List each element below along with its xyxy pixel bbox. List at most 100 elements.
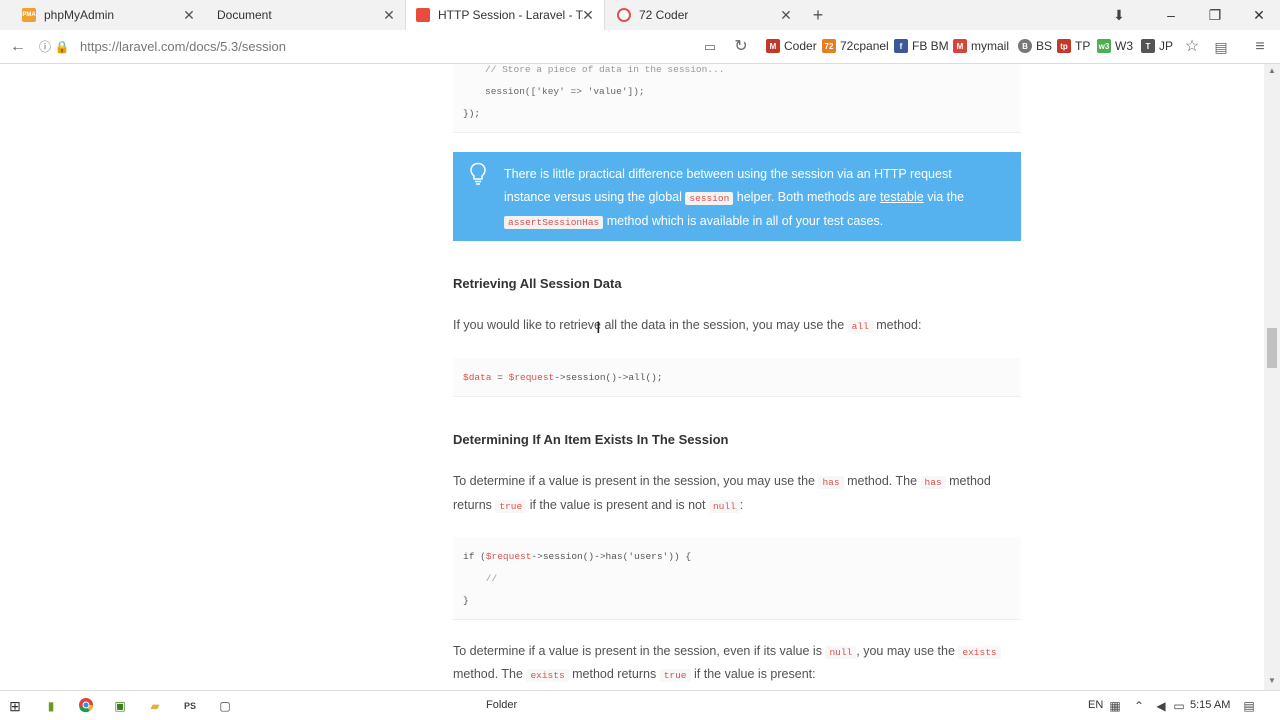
72coder-favicon-icon [617,8,631,22]
tab-http-session[interactable]: HTTP Session - Laravel - T... ✕ [405,0,605,30]
bookmark-mymail[interactable]: M mymail [953,39,1009,53]
close-tab-icon[interactable]: ✕ [381,7,397,23]
bookmark-bs[interactable]: B BS [1018,39,1052,53]
note-line-2: instance versus using the global session… [504,190,964,205]
speaker-icon[interactable]: ◀ [1152,697,1170,715]
para-text: method [949,474,991,488]
page-scrollbar[interactable]: ▲ ▼ [1264,64,1280,690]
para-text: To determine if a value is present in th… [453,644,822,658]
notifications-icon[interactable]: ▤ [1240,697,1258,715]
star-icon[interactable]: ☆ [1182,37,1202,57]
bookmark-favicon-icon: T [1141,39,1155,53]
paragraph-retrieve-all: If you would like to retrieve all the da… [453,318,922,333]
scrollbar-thumb[interactable] [1267,328,1277,368]
bookmark-favicon-icon: M [953,39,967,53]
bookmark-label: FB BM [912,39,949,53]
bookmark-favicon-icon: B [1018,39,1032,53]
bookmark-favicon-icon: tp [1057,39,1071,53]
reload-icon[interactable]: ↻ [731,37,751,57]
back-icon[interactable]: ← [8,37,28,57]
code-line: session(['key' => 'value']); [485,86,645,97]
bookmark-coder[interactable]: M Coder [766,39,817,53]
inline-code: true [495,500,527,513]
page-content: // Store a piece of data in the session.… [0,64,1264,690]
bookmark-fb-bm[interactable]: f FB BM [894,39,949,53]
laravel-favicon-icon [416,8,430,22]
bookmark-label: 72cpanel [840,39,889,53]
code-comment: // [463,573,498,584]
code-token: ->session()->has('users')) { [531,551,692,562]
code-line: if ($request->session()->has('users')) { [463,551,691,562]
code-block-session-all: $data = $request->session()->all(); [453,358,1021,397]
scroll-down-icon[interactable]: ▼ [1264,676,1280,690]
tab-phpmyadmin[interactable]: PMA phpMyAdmin ✕ [0,0,205,30]
battery-icon[interactable]: ▭ [1170,697,1188,715]
text-cursor-icon: I [596,318,601,337]
code-token: = [491,372,509,383]
terminal-icon[interactable]: ▢ [216,697,234,715]
bookmark-tp[interactable]: tp TP [1057,39,1090,53]
network-icon[interactable]: ▦ [1106,697,1124,715]
heading-retrieving-all: Retrieving All Session Data [453,276,622,291]
tab-title: HTTP Session - Laravel - T... [438,8,583,22]
inline-code: has [920,476,946,489]
lock-icon: 🔒 [54,40,70,54]
chevron-up-icon[interactable]: ⌃ [1130,697,1148,715]
minimize-button[interactable]: – [1150,0,1192,30]
close-tab-icon[interactable]: ✕ [778,7,794,23]
tab-document[interactable]: Document ✕ [205,0,405,30]
para-text: , you may use the [856,644,955,658]
chrome-icon[interactable] [77,697,95,715]
inline-code: null [708,500,740,513]
inline-code: exists [958,646,1001,659]
code-block-session-has: if ($request->session()->has('users')) {… [453,537,1021,620]
menu-icon[interactable]: ≡ [1250,37,1270,57]
bookmark-label: Coder [784,39,817,53]
bookmark-w3[interactable]: w3 W3 [1097,39,1133,53]
editor-icon[interactable]: ▣ [111,697,129,715]
inline-code: exists [526,669,569,682]
bookmark-72cpanel[interactable]: 72 72cpanel [822,39,889,53]
para-text: To determine if a value is present in th… [453,474,815,488]
extension-icon[interactable]: ▤ [1211,37,1231,57]
para-text: returns [453,498,492,512]
inline-code: session [685,192,734,205]
bookmark-label: JP [1159,39,1174,53]
phpstorm-icon[interactable]: PS [181,697,199,715]
paragraph-has-2: returns true if the value is present and… [453,498,743,513]
heading-item-exists: Determining If An Item Exists In The Ses… [453,432,729,447]
lightbulb-icon [470,162,486,185]
note-text: instance versus using the global [504,190,682,204]
tab-title: phpMyAdmin [44,8,115,22]
testable-link[interactable]: testable [880,190,924,204]
para-text: method. The [453,667,523,681]
note-text: helper. Both methods are [736,190,877,204]
para-text: method: [876,318,922,332]
close-window-button[interactable]: ✕ [1238,0,1280,30]
restore-button[interactable]: ❐ [1194,0,1236,30]
download-icon[interactable]: ⬇ [1098,0,1140,30]
language-indicator[interactable]: EN [1088,699,1103,711]
file-explorer-icon[interactable]: ▰ [146,697,164,715]
scroll-up-icon[interactable]: ▲ [1264,66,1280,80]
bookmark-jp[interactable]: T JP [1141,39,1173,53]
close-tab-icon[interactable]: ✕ [580,7,596,23]
code-line: } [463,595,469,606]
cast-icon[interactable]: ▭ [700,37,720,57]
clock[interactable]: 5:15 AM [1190,699,1230,711]
address-bar[interactable]: https://laravel.com/docs/5.3/session [80,39,286,54]
browser-toolbar: ← ⓘ 🔒 https://laravel.com/docs/5.3/sessi… [0,30,1280,64]
code-line: }); [463,108,481,119]
tab-72-coder[interactable]: 72 Coder ✕ [605,0,802,30]
code-line: $data = $request->session()->all(); [463,372,663,383]
new-tab-button[interactable]: + [808,5,828,25]
notepad-icon[interactable]: ▮ [42,697,60,715]
phpmyadmin-favicon-icon: PMA [22,8,36,22]
bookmark-label: TP [1075,39,1091,53]
taskbar-folder-label[interactable]: Folder [486,699,517,711]
paragraph-exists-1: To determine if a value is present in th… [453,644,1001,659]
inline-code: has [818,476,844,489]
windows-start-icon[interactable]: ⊞ [6,697,24,715]
close-tab-icon[interactable]: ✕ [181,7,197,23]
tab-title: Document [217,8,272,22]
